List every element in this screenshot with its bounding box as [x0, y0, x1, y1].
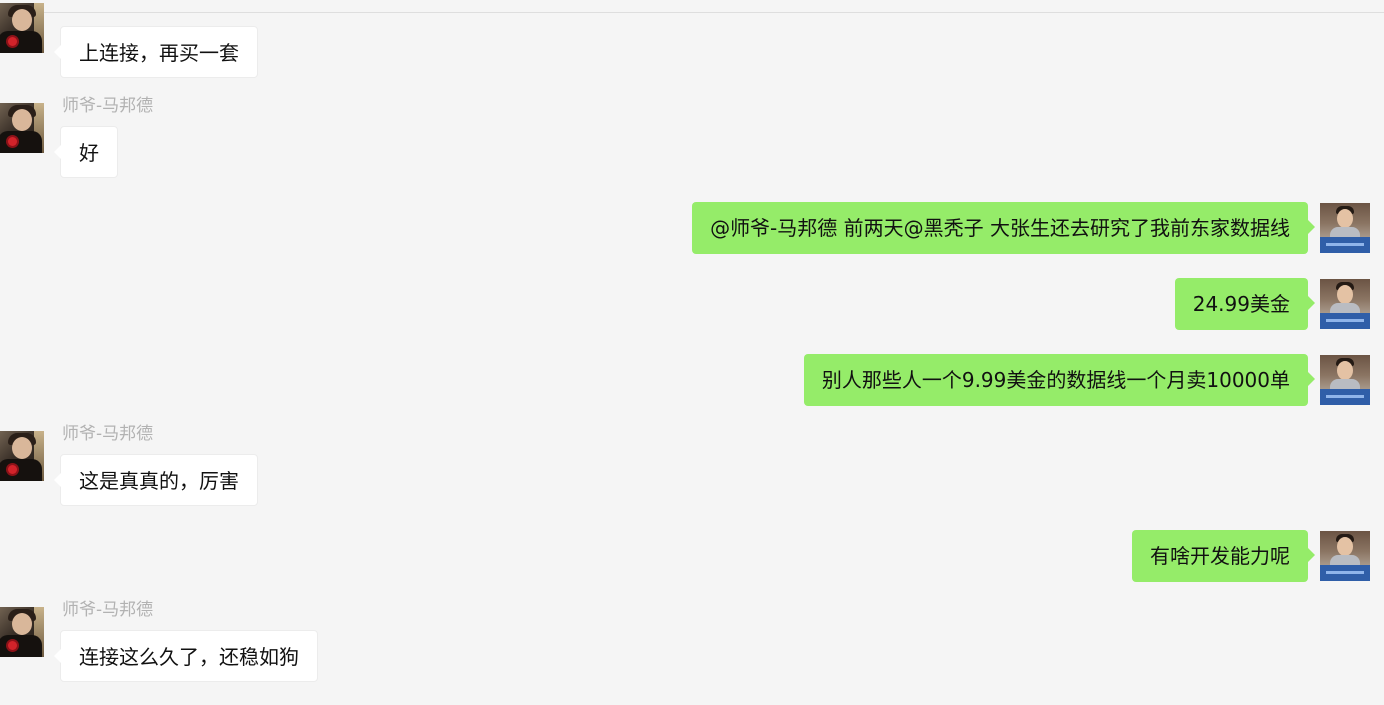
avatar-icon[interactable] [0, 607, 44, 657]
sender-name: 师爷-马邦德 [62, 600, 154, 620]
message-row-outgoing: @师爷-马邦德 前两天@黑秃子 大张生还去研究了我前东家数据线 [0, 202, 1384, 256]
message-row-incoming: 师爷-马邦德 好 [0, 96, 1384, 182]
message-bubble[interactable]: 好 [54, 126, 118, 178]
avatar-icon[interactable] [1320, 279, 1370, 329]
avatar-icon[interactable] [0, 103, 44, 153]
message-row-outgoing: 有啥开发能力呢 [0, 530, 1384, 584]
message-row-outgoing: 别人那些人一个9.99美金的数据线一个月卖10000单 [0, 354, 1384, 408]
message-bubble[interactable]: @师爷-马邦德 前两天@黑秃子 大张生还去研究了我前东家数据线 [692, 202, 1315, 254]
avatar-icon[interactable] [0, 3, 44, 53]
message-bubble[interactable]: 上连接，再买一套 [54, 26, 258, 78]
message-bubble[interactable]: 别人那些人一个9.99美金的数据线一个月卖10000单 [803, 354, 1316, 406]
message-row-incoming: 师爷-马邦德 这是真真的，厉害 [0, 424, 1384, 510]
avatar-icon[interactable] [1320, 531, 1370, 581]
message-bubble[interactable]: 有啥开发能力呢 [1132, 530, 1315, 582]
chat-message-area[interactable]: 上连接，再买一套 师爷-马邦德 好 @师爷-马邦德 前两天@黑秃子 大张生还去研… [0, 0, 1384, 705]
avatar-icon[interactable] [1320, 355, 1370, 405]
avatar-icon[interactable] [1320, 203, 1370, 253]
message-row-outgoing: 24.99美金 [0, 278, 1384, 332]
message-bubble[interactable]: 24.99美金 [1174, 278, 1316, 330]
message-bubble[interactable]: 这是真真的，厉害 [54, 454, 258, 506]
message-bubble[interactable]: 连接这么久了，还稳如狗 [54, 630, 318, 682]
message-row-incoming: 师爷-马邦德 连接这么久了，还稳如狗 [0, 600, 1384, 686]
sender-name: 师爷-马邦德 [62, 96, 154, 116]
sender-name: 师爷-马邦德 [62, 424, 154, 444]
message-row-incoming: 上连接，再买一套 [0, 0, 1384, 80]
avatar-icon[interactable] [0, 431, 44, 481]
